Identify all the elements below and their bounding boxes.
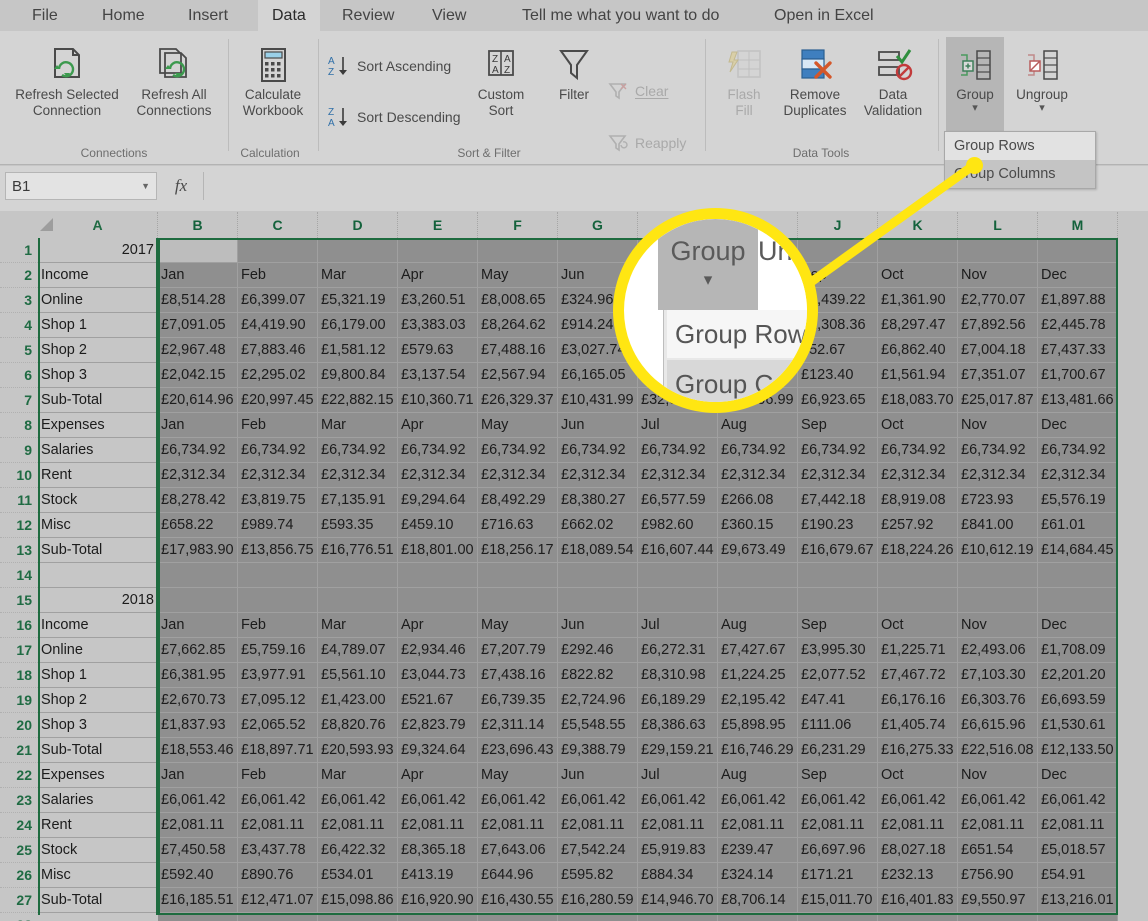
callout-leader-dot [966,157,983,174]
magnified-menu-item-group-columns: Group Colur [667,360,807,402]
magnified-group-chevron-down-icon: ▾ [703,270,713,289]
magnified-group-label: Group [670,236,746,266]
callout-leader-line [797,161,977,294]
magnifier-callout: Group ▾ Ung ▾ Group Rows Group Colur [613,208,818,413]
magnified-ungroup-chevron-down-icon: ▾ [801,270,811,289]
magnified-menu-item-group-rows: Group Rows [667,310,807,358]
